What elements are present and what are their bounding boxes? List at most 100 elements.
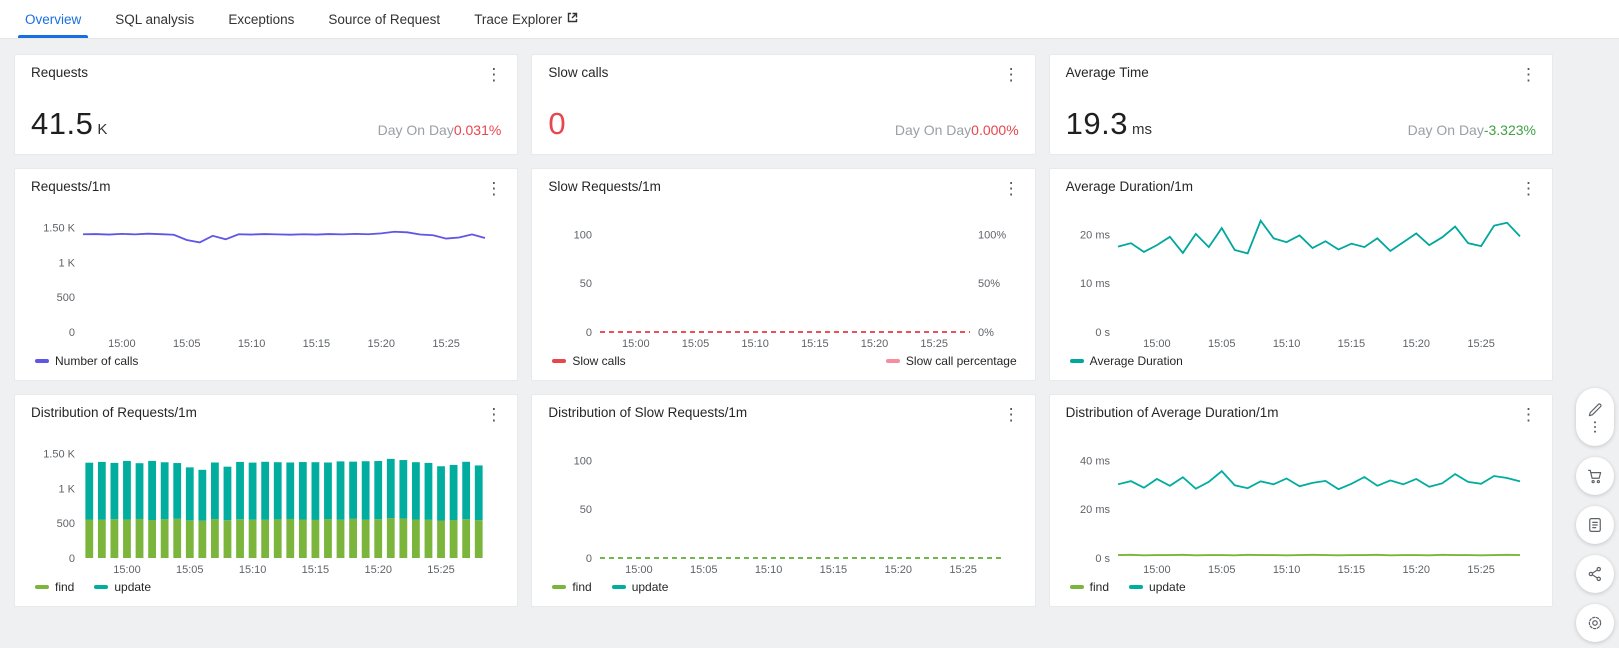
svg-text:15:10: 15:10 — [755, 564, 783, 576]
tab-sql-analysis[interactable]: SQL analysis — [98, 0, 211, 38]
chart-legend: find update — [548, 578, 1018, 594]
settings-button[interactable] — [1576, 604, 1614, 642]
edit-button[interactable] — [1586, 401, 1604, 419]
svg-text:15:20: 15:20 — [1402, 338, 1430, 350]
svg-text:15:10: 15:10 — [1272, 564, 1300, 576]
legend-item[interactable]: Average Duration — [1069, 354, 1183, 368]
chart-title: Requests/1m — [31, 179, 111, 194]
kpi-value: 41.5 — [31, 106, 94, 141]
card-more-button[interactable]: ⋮ — [1515, 405, 1542, 424]
svg-text:15:00: 15:00 — [113, 564, 141, 576]
legend-item[interactable]: update — [94, 580, 151, 594]
svg-text:500: 500 — [57, 518, 75, 530]
svg-text:0: 0 — [586, 553, 592, 565]
day-on-day-value: 0.031% — [453, 122, 502, 138]
svg-text:15:05: 15:05 — [690, 564, 718, 576]
svg-text:15:20: 15:20 — [1402, 564, 1430, 576]
legend-marker — [94, 585, 109, 589]
legend-item[interactable]: find — [35, 580, 74, 594]
day-on-day-label: Day On Day — [1407, 122, 1484, 138]
kpi-card-slow-calls: Slow calls ⋮ 0 Day On Day0.000% — [531, 54, 1036, 155]
svg-text:15:05: 15:05 — [682, 338, 710, 350]
svg-text:15:25: 15:25 — [1467, 338, 1495, 350]
card-more-button[interactable]: ⋮ — [480, 405, 507, 424]
card-more-button[interactable]: ⋮ — [480, 179, 507, 198]
legend-label: Number of calls — [55, 354, 139, 368]
tab-overview[interactable]: Overview — [8, 0, 98, 38]
card-more-button[interactable]: ⋮ — [998, 405, 1025, 424]
cart-button[interactable] — [1576, 457, 1614, 495]
card-more-button[interactable]: ⋮ — [998, 65, 1025, 84]
svg-text:15:00: 15:00 — [625, 564, 653, 576]
legend-item[interactable]: update — [611, 580, 668, 594]
card-more-button[interactable]: ⋮ — [1515, 179, 1542, 198]
tab-label: Exceptions — [228, 11, 295, 27]
svg-text:15:15: 15:15 — [801, 338, 829, 350]
svg-text:500: 500 — [57, 292, 75, 304]
chart-title: Distribution of Slow Requests/1m — [548, 405, 748, 420]
tab-source-of-request[interactable]: Source of Request — [311, 0, 457, 38]
legend-marker — [885, 359, 900, 363]
svg-text:0: 0 — [69, 327, 75, 339]
more-tools-button[interactable] — [1588, 420, 1602, 434]
tab-label: SQL analysis — [115, 11, 195, 27]
kpi-title: Requests — [31, 65, 89, 80]
card-more-button[interactable]: ⋮ — [480, 65, 507, 84]
chart-card-requests-per-1m: Requests/1m ⋮ 1.50 K 1 K 500 0 15:00 15:05 15:… — [14, 168, 519, 381]
svg-text:40 ms: 40 ms — [1080, 455, 1110, 467]
card-more-button[interactable]: ⋮ — [1515, 65, 1542, 84]
distribution-of-average-duration-chart[interactable]: 40 ms 20 ms 0 s 15:00 15:05 15:10 15:15 15:20 15… — [1066, 426, 1536, 578]
distribution-of-slow-requests-chart[interactable]: 100 50 0 15:00 15:05 15:10 15:15 15:20 15:25 — [548, 426, 1018, 578]
svg-text:15:25: 15:25 — [427, 564, 455, 576]
svg-text:100: 100 — [574, 455, 592, 467]
legend-marker — [1069, 585, 1084, 589]
kpi-value: 0 — [548, 106, 567, 141]
chart-card-distribution-of-slow-requests: Distribution of Slow Requests/1m ⋮ 100 50… — [531, 394, 1036, 607]
svg-text:1 K: 1 K — [58, 483, 75, 495]
legend-marker — [1129, 585, 1144, 589]
svg-text:15:00: 15:00 — [1143, 338, 1171, 350]
legend-item[interactable]: find — [1069, 580, 1109, 594]
svg-text:50: 50 — [580, 504, 592, 516]
svg-text:50%: 50% — [978, 278, 1000, 290]
svg-text:1.50 K: 1.50 K — [43, 448, 75, 460]
svg-text:0 s: 0 s — [1095, 327, 1110, 339]
more-icon — [1593, 420, 1597, 433]
legend-item[interactable]: update — [1129, 580, 1186, 594]
legend-item[interactable]: find — [552, 580, 592, 594]
cart-icon — [1588, 469, 1602, 484]
svg-text:15:10: 15:10 — [1272, 338, 1300, 350]
svg-text:0: 0 — [586, 327, 592, 339]
slow-requests-per-1m-chart[interactable]: 100 50 0 100% 50% 0% 15:00 15:05 15:10 15:15 15:20… — [548, 200, 1018, 352]
distribution-of-requests-chart[interactable]: 1.50 K 1 K 500 0 15:00 15:05 15:10 15:15 15:20 15… — [31, 426, 501, 578]
card-more-button[interactable]: ⋮ — [998, 179, 1025, 198]
survey-button[interactable] — [1576, 506, 1614, 544]
share-button[interactable] — [1576, 555, 1614, 593]
svg-text:15:05: 15:05 — [1208, 564, 1236, 576]
svg-text:0: 0 — [69, 553, 75, 565]
chart-legend: find update — [31, 578, 501, 594]
svg-text:15:25: 15:25 — [921, 338, 949, 350]
legend-item[interactable]: Slow calls — [552, 354, 626, 368]
legend-item[interactable]: Number of calls — [35, 354, 138, 368]
svg-text:15:05: 15:05 — [173, 338, 201, 350]
requests-per-1m-chart[interactable]: 1.50 K 1 K 500 0 15:00 15:05 15:10 15:15 15:20 15… — [31, 200, 501, 352]
chart-card-distribution-of-average-duration: Distribution of Average Duration/1m ⋮ 40… — [1048, 394, 1553, 607]
day-on-day-value: -3.323% — [1483, 122, 1536, 138]
legend-marker — [35, 359, 49, 363]
top-tab-bar: Overview SQL analysis Exceptions Source … — [0, 0, 1619, 39]
svg-text:15:20: 15:20 — [861, 338, 889, 350]
svg-text:1 K: 1 K — [58, 257, 75, 269]
legend-item[interactable]: Slow call percentage — [885, 354, 1017, 368]
svg-text:15:05: 15:05 — [1208, 338, 1236, 350]
svg-text:15:15: 15:15 — [303, 338, 331, 350]
tab-exceptions[interactable]: Exceptions — [211, 0, 311, 38]
svg-text:15:15: 15:15 — [820, 564, 848, 576]
svg-text:15:10: 15:10 — [238, 338, 266, 350]
kpi-title: Average Time — [1065, 65, 1149, 80]
chart-legend: find update — [1066, 578, 1536, 594]
kpi-title: Slow calls — [548, 65, 609, 80]
average-duration-per-1m-chart[interactable]: 20 ms 10 ms 0 s 15:00 15:05 15:10 15:15 15:20 15… — [1066, 200, 1536, 352]
chart-card-slow-requests-per-1m: Slow Requests/1m ⋮ 100 50 0 100% 50% 0% 15:00 1… — [531, 168, 1036, 381]
tab-trace-explorer[interactable]: Trace Explorer — [457, 0, 595, 38]
